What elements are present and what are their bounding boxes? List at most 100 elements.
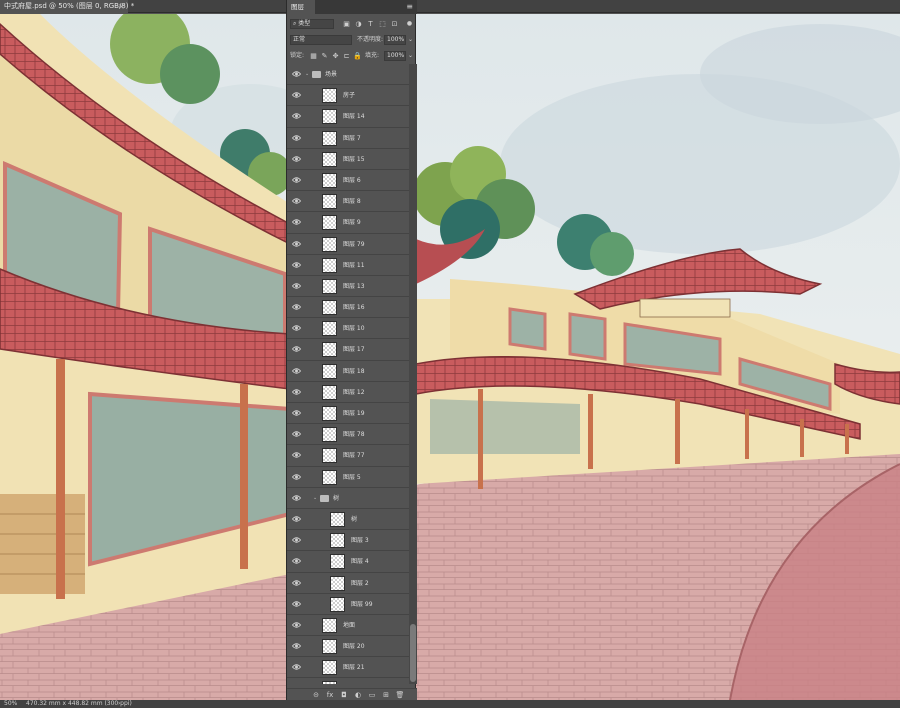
delete-layer-button[interactable]: 🗑 [395, 690, 405, 700]
layer-row[interactable]: 图层 7 [287, 128, 409, 149]
layer-row[interactable]: 图层 99 [287, 594, 409, 615]
eye-icon[interactable] [292, 473, 301, 481]
eye-icon[interactable] [292, 70, 301, 78]
shape-filter-icon[interactable]: ⬚ [378, 20, 387, 29]
layer-row[interactable]: 图层 16 [287, 297, 409, 319]
chevron-down-icon[interactable]: ⌄ [408, 51, 413, 61]
eye-icon[interactable] [292, 197, 301, 205]
eye-icon[interactable] [292, 621, 301, 629]
layer-row[interactable]: 图层 3 [287, 530, 409, 552]
layer-row[interactable]: 图层 79 [287, 234, 409, 255]
type-filter-icon[interactable]: T [366, 20, 375, 29]
layer-thumbnail [322, 151, 337, 167]
layer-row[interactable]: 图层 11 [287, 255, 409, 276]
eye-icon[interactable] [292, 91, 301, 99]
eye-icon[interactable] [292, 409, 301, 417]
eye-icon[interactable] [292, 176, 301, 184]
layer-row[interactable]: 图层 5 [287, 467, 409, 488]
eye-icon[interactable] [292, 367, 301, 375]
layer-filter-select[interactable]: ⌕ 类型 [290, 19, 334, 29]
blend-mode-select[interactable]: 正常 [290, 35, 352, 45]
document-canvas[interactable] [0, 14, 900, 700]
layer-row[interactable]: 图层 77 [287, 445, 409, 467]
document-tab[interactable]: 中式府屋.psd @ 50% (图层 0, RGB/8) * × [0, 0, 134, 13]
layer-row[interactable]: 图层 9 [287, 212, 409, 234]
layer-row[interactable]: 地面 [287, 615, 409, 637]
filter-toggle-icon[interactable]: ● [405, 19, 414, 28]
eye-icon[interactable] [292, 430, 301, 438]
layer-row[interactable]: 图层 4 [287, 551, 409, 573]
eye-icon[interactable] [292, 324, 301, 332]
eye-icon[interactable] [292, 557, 301, 565]
layer-row[interactable]: 图层 20 [287, 636, 409, 658]
layer-row[interactable]: 图层 19 [287, 403, 409, 425]
eye-icon[interactable] [292, 642, 301, 650]
lock-transparent-icon[interactable]: ▦ [309, 52, 318, 61]
add-mask-button[interactable]: ◘ [339, 690, 349, 700]
eye-icon[interactable] [292, 134, 301, 142]
chevron-down-icon[interactable]: ⌄ [313, 488, 317, 509]
eye-icon[interactable] [292, 303, 301, 311]
new-group-button[interactable]: ▭ [367, 690, 377, 700]
image-filter-icon[interactable]: ▣ [342, 20, 351, 29]
eye-icon[interactable] [292, 579, 301, 587]
eye-icon[interactable] [292, 282, 301, 290]
layer-row[interactable]: 图层 21 [287, 657, 409, 679]
status-menu-icon[interactable]: › [118, 700, 120, 708]
layer-row[interactable]: 图层 1 [287, 678, 409, 684]
layer-row[interactable]: 图层 17 [287, 339, 409, 361]
panel-menu-icon[interactable]: ≡ [406, 0, 413, 14]
eye-icon[interactable] [292, 261, 301, 269]
adjustment-layer-button[interactable]: ◐ [353, 690, 363, 700]
lock-all-icon[interactable]: 🔒 [353, 52, 362, 61]
layer-row[interactable]: 图层 10 [287, 318, 409, 340]
eye-icon[interactable] [292, 240, 301, 248]
eye-icon[interactable] [292, 515, 301, 523]
layer-thumbnail [322, 88, 337, 104]
layer-row[interactable]: 图层 2 [287, 573, 409, 594]
layer-list-scrollbar[interactable] [409, 64, 417, 684]
eye-icon[interactable] [292, 536, 301, 544]
layer-name: 图层 10 [343, 325, 365, 333]
smart-object-filter-icon[interactable]: ⊡ [390, 20, 399, 29]
layer-thumbnail [322, 172, 337, 188]
lock-artboard-icon[interactable]: ⊏ [342, 52, 351, 61]
eye-icon[interactable] [292, 155, 301, 163]
layer-row[interactable]: 图层 13 [287, 276, 409, 298]
eye-icon[interactable] [292, 388, 301, 396]
link-layers-button[interactable]: ⊝ [311, 690, 321, 700]
status-bar: 50% 470.32 mm x 448.82 mm (300 ppi) › [0, 700, 900, 708]
chevron-down-icon[interactable]: ⌄ [305, 64, 309, 85]
lock-position-icon[interactable]: ✥ [331, 52, 340, 61]
layer-row[interactable]: 图层 12 [287, 382, 409, 403]
layer-group-row[interactable]: ⌄ 场景 [287, 64, 409, 86]
layer-group-row[interactable]: ⌄ 树 [287, 488, 409, 509]
zoom-level[interactable]: 50% [4, 700, 17, 708]
close-icon[interactable]: × [118, 0, 125, 13]
layer-row[interactable]: 图层 78 [287, 424, 409, 446]
chevron-down-icon[interactable]: ⌄ [408, 35, 413, 45]
eye-icon[interactable] [292, 600, 301, 608]
scrollbar-thumb[interactable] [410, 624, 416, 682]
adjustment-filter-icon[interactable]: ◑ [354, 20, 363, 29]
eye-icon[interactable] [292, 494, 301, 502]
eye-icon[interactable] [292, 218, 301, 226]
new-layer-button[interactable]: ⊞ [381, 690, 391, 700]
eye-icon[interactable] [292, 112, 301, 120]
eye-icon[interactable] [292, 345, 301, 353]
tab-layers[interactable]: 图层 [287, 0, 315, 14]
lock-image-icon[interactable]: ✎ [320, 52, 329, 61]
layer-row[interactable]: 图层 15 [287, 149, 409, 170]
layer-row[interactable]: 图层 14 [287, 106, 409, 128]
fx-button[interactable]: fx [325, 690, 335, 700]
layer-name: 图层 15 [343, 155, 365, 163]
layer-row[interactable]: 房子 [287, 85, 409, 107]
layer-row[interactable]: 图层 6 [287, 170, 409, 192]
layer-row[interactable]: 图层 18 [287, 361, 409, 382]
layer-row[interactable]: 树 [287, 509, 409, 531]
opacity-field[interactable]: 100% [384, 35, 406, 45]
eye-icon[interactable] [292, 451, 301, 459]
fill-field[interactable]: 100% [384, 51, 406, 61]
eye-icon[interactable] [292, 663, 301, 671]
layer-row[interactable]: 图层 8 [287, 191, 409, 213]
